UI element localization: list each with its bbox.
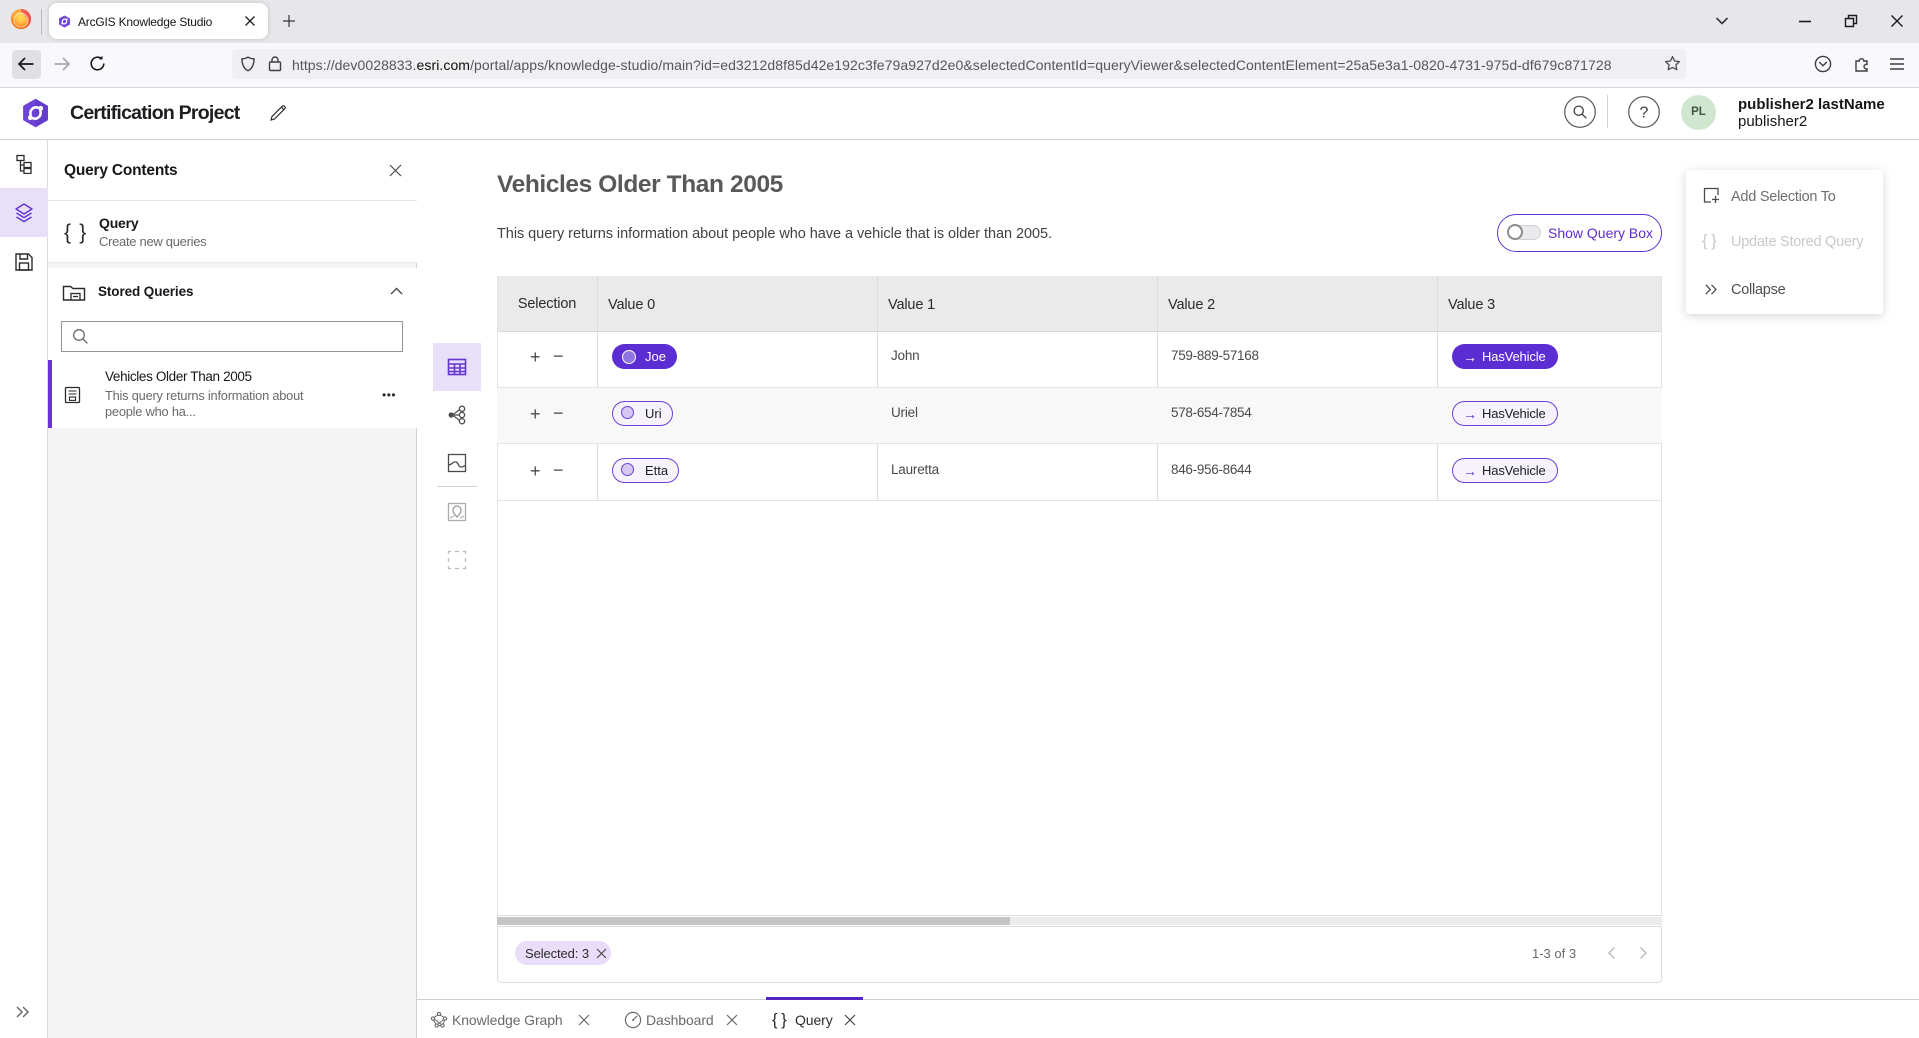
svg-text:?: ?	[1640, 105, 1649, 122]
